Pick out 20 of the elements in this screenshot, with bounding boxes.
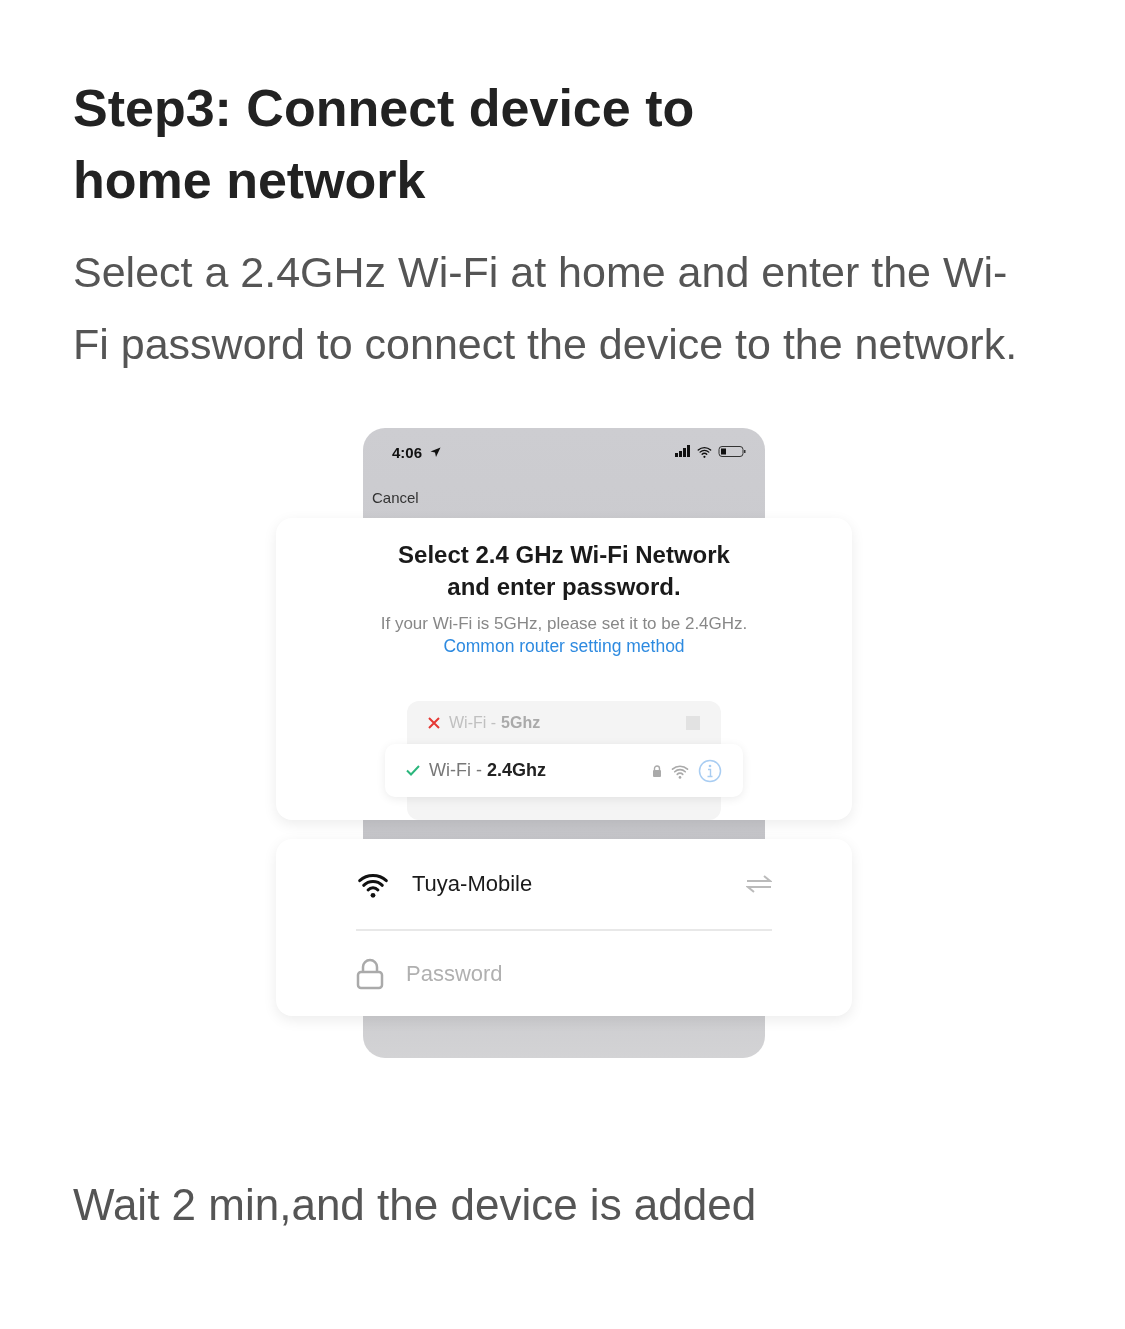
footer-text: Wait 2 min,and the device is added xyxy=(73,1180,758,1230)
location-arrow-icon xyxy=(430,447,441,458)
step-heading: Step3: Connect device to home network xyxy=(73,78,696,211)
info-icon[interactable] xyxy=(698,758,722,783)
network-name: Tuya-Mobile xyxy=(412,871,533,897)
network-row[interactable]: Wi-Fi - 2.4Ghz xyxy=(385,744,743,797)
lock-icon xyxy=(652,764,662,777)
step-description: Select a 2.4GHz Wi-Fi at home and enter the Wi-Fi password to connect the device to the network. xyxy=(73,247,1018,370)
network-band-label: 5Ghz xyxy=(501,714,541,732)
network-band-label: 2.4Ghz xyxy=(487,760,546,781)
dialog-title: Select 2.4 GHz Wi-Fi Network and enter password. xyxy=(398,540,730,602)
network-label: Wi-Fi - xyxy=(429,760,482,781)
dialog-hint: If your Wi-Fi is 5GHz, please set it to be 2.4GHz. xyxy=(380,614,748,634)
router-setting-link[interactable]: Common router setting method xyxy=(443,636,685,657)
lock-icon xyxy=(356,957,384,990)
switch-icon[interactable] xyxy=(746,875,772,893)
cancel-button[interactable]: Cancel xyxy=(372,489,419,506)
password-field[interactable]: Password xyxy=(406,960,706,987)
status-time: 4:06 xyxy=(392,444,423,461)
status-icons-drawing xyxy=(675,445,747,458)
